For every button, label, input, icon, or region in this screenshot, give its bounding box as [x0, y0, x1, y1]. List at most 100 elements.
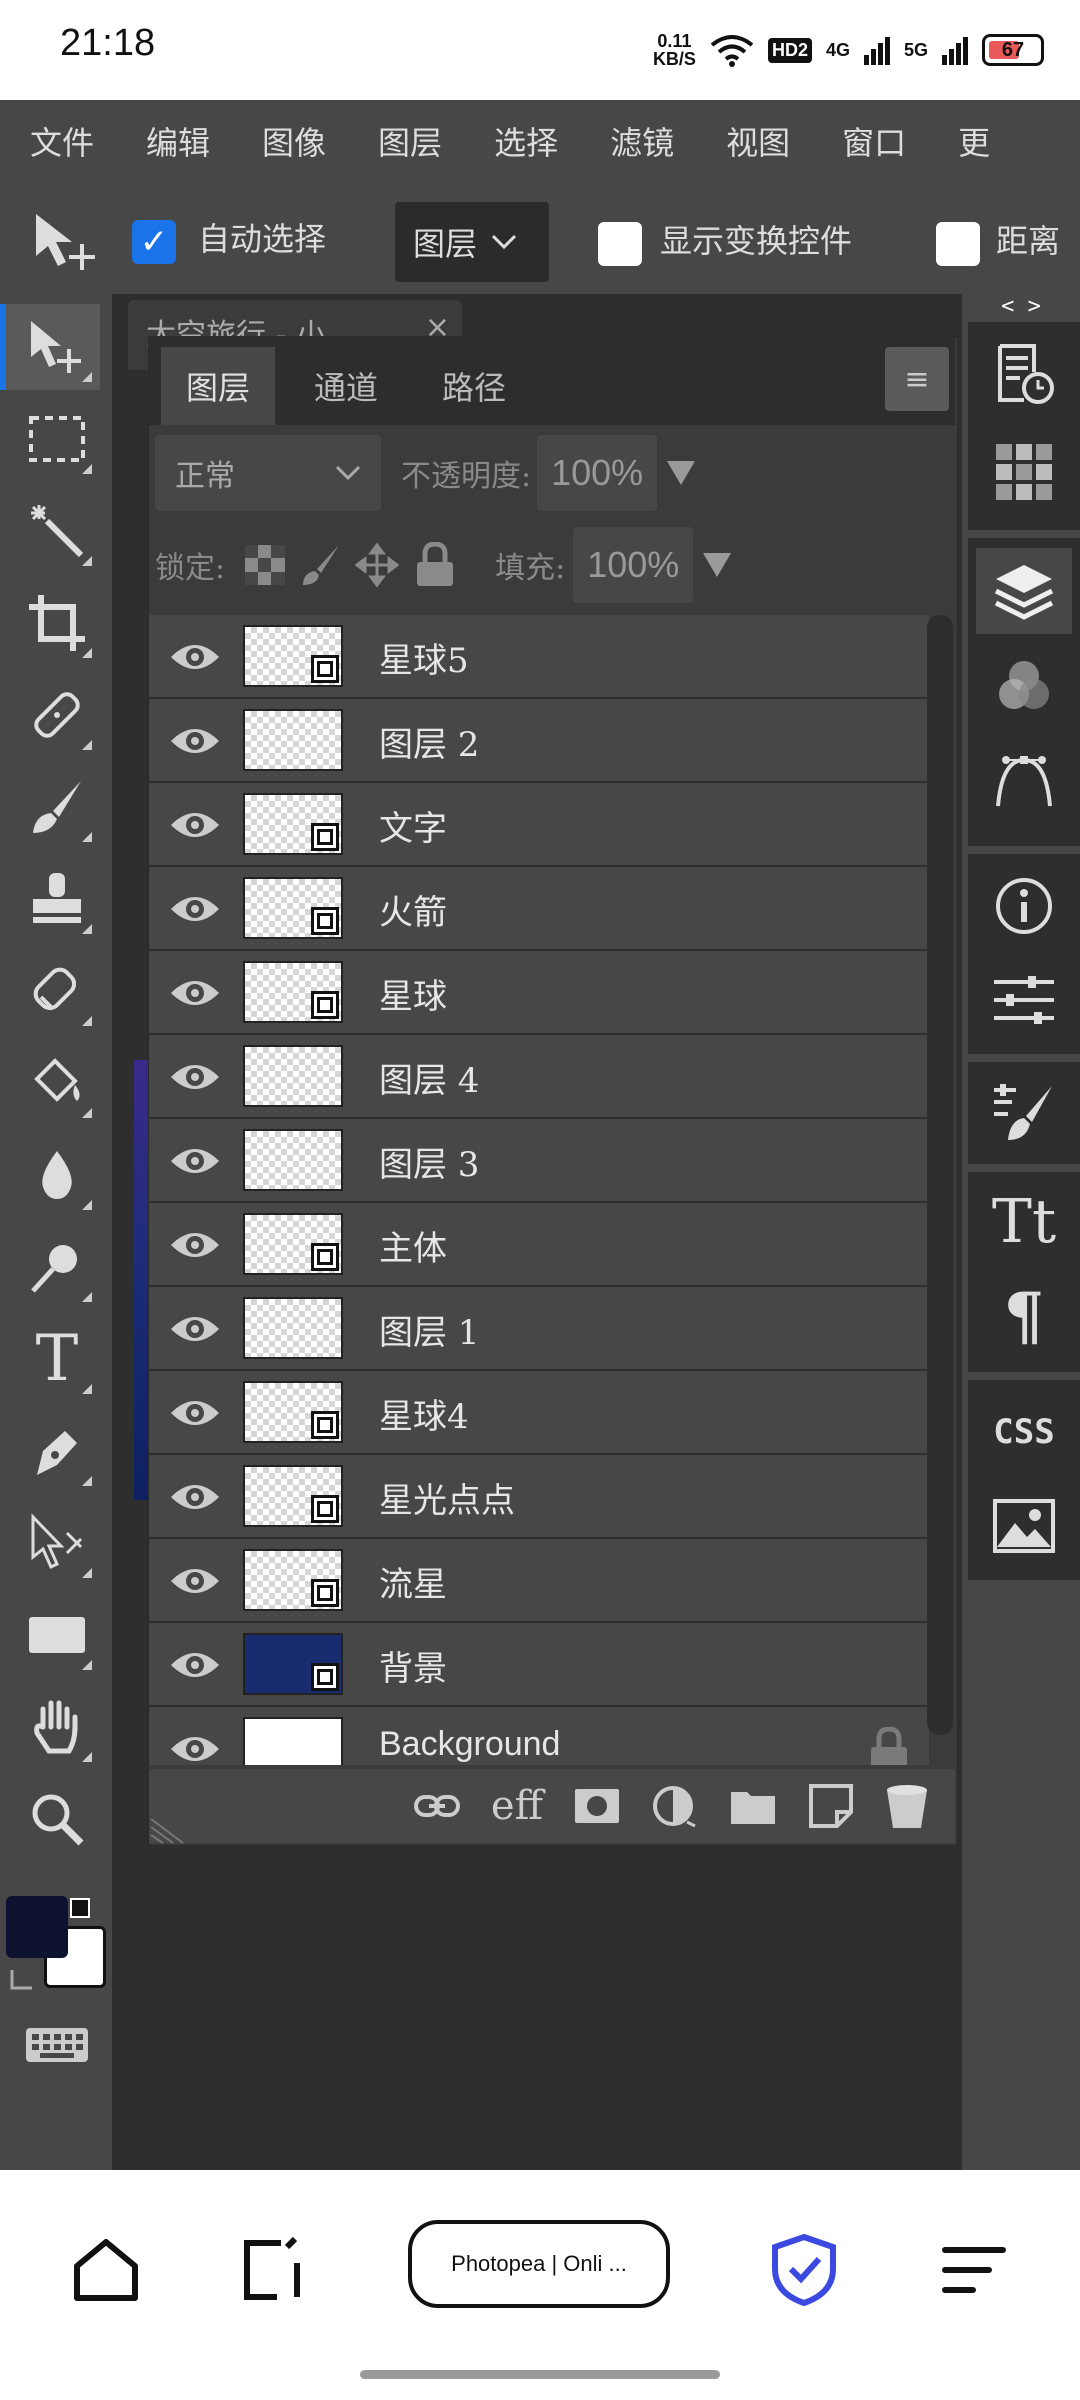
image-button[interactable]: [984, 1486, 1064, 1566]
layer-row[interactable]: 火箭: [149, 867, 929, 951]
menu-filter[interactable]: 滤镜: [610, 118, 674, 164]
layer-row[interactable]: 主体: [149, 1203, 929, 1287]
dodge-tool[interactable]: [14, 1224, 100, 1310]
move-tool[interactable]: [0, 304, 100, 390]
menu-button[interactable]: [934, 2230, 1014, 2310]
effects-icon[interactable]: eff: [491, 1783, 543, 1829]
link-icon[interactable]: [413, 1791, 461, 1821]
auto-select-checkbox[interactable]: ✓: [132, 220, 176, 264]
eye-icon[interactable]: [167, 1135, 223, 1187]
eye-icon[interactable]: [167, 1387, 223, 1439]
eye-icon[interactable]: [167, 1051, 223, 1103]
layer-row[interactable]: 图层 2: [149, 699, 929, 783]
menu-select[interactable]: 选择: [494, 118, 558, 164]
eye-icon[interactable]: [167, 967, 223, 1019]
healing-tool[interactable]: [14, 672, 100, 758]
blend-mode-dropdown[interactable]: 正常: [155, 435, 381, 511]
gesture-bar[interactable]: [360, 2370, 720, 2379]
brush-tool[interactable]: [14, 764, 100, 850]
eraser-tool[interactable]: [14, 948, 100, 1034]
layer-row[interactable]: Background: [149, 1707, 929, 1765]
adjustment-icon[interactable]: [651, 1782, 699, 1830]
eye-icon[interactable]: [167, 1303, 223, 1355]
type-tool[interactable]: T: [14, 1316, 100, 1402]
current-tab-pill[interactable]: Photopea | Onli ...: [408, 2220, 670, 2308]
opacity-slider-toggle[interactable]: [667, 461, 696, 485]
eye-icon[interactable]: [167, 1471, 223, 1523]
collapse-toggle[interactable]: < >: [962, 294, 1080, 319]
security-button[interactable]: [764, 2230, 844, 2310]
brush-settings-button[interactable]: [984, 1072, 1064, 1152]
swap-colors-icon[interactable]: [8, 1964, 38, 1994]
layer-row[interactable]: 星球5: [149, 615, 929, 699]
shape-tool[interactable]: [14, 1592, 100, 1678]
layer-row[interactable]: 星球: [149, 951, 929, 1035]
hand-tool[interactable]: [14, 1684, 100, 1770]
path-select-tool[interactable]: [14, 1500, 100, 1586]
panel-menu-button[interactable]: ≡: [885, 347, 949, 411]
foreground-color-swatch[interactable]: [6, 1896, 68, 1958]
tab-layers[interactable]: 图层: [161, 347, 275, 425]
menu-view[interactable]: 视图: [726, 118, 790, 164]
layer-row[interactable]: 图层 1: [149, 1287, 929, 1371]
menu-window[interactable]: 窗口: [842, 118, 906, 164]
layer-list-scrollbar[interactable]: [927, 615, 953, 1735]
menu-file[interactable]: 文件: [30, 118, 94, 164]
eye-icon[interactable]: [167, 715, 223, 767]
layer-row[interactable]: 星光点点: [149, 1455, 929, 1539]
layer-row[interactable]: 图层 3: [149, 1119, 929, 1203]
crop-tool[interactable]: [14, 580, 100, 666]
layer-row[interactable]: 背景: [149, 1623, 929, 1707]
paths-button[interactable]: [984, 742, 1064, 822]
magic-wand-tool[interactable]: [14, 488, 100, 574]
css-button[interactable]: CSS: [984, 1392, 1064, 1472]
layer-row[interactable]: 星球4: [149, 1371, 929, 1455]
lock-pixels-icon[interactable]: [301, 543, 341, 587]
distance-checkbox[interactable]: [936, 222, 980, 266]
auto-select-target-dropdown[interactable]: 图层: [395, 202, 549, 282]
blur-tool[interactable]: [14, 1132, 100, 1218]
show-transform-checkbox[interactable]: [598, 222, 642, 266]
folder-icon[interactable]: [729, 1786, 777, 1826]
eye-icon[interactable]: [167, 883, 223, 935]
layer-row[interactable]: 图层 4: [149, 1035, 929, 1119]
opacity-input[interactable]: 100%: [537, 435, 658, 511]
tab-paths[interactable]: 路径: [417, 347, 531, 425]
menu-image[interactable]: 图像: [262, 118, 326, 164]
channels-button[interactable]: [984, 646, 1064, 726]
resize-handle-icon[interactable]: [149, 1817, 185, 1845]
pen-tool[interactable]: [14, 1408, 100, 1494]
info-button[interactable]: [984, 866, 1064, 946]
tab-channels[interactable]: 通道: [289, 347, 403, 425]
tabs-button[interactable]: [232, 2230, 312, 2310]
lock-transparency-icon[interactable]: [245, 545, 286, 585]
keyboard-icon[interactable]: [24, 2024, 90, 2066]
home-button[interactable]: [66, 2230, 146, 2310]
eye-icon[interactable]: [167, 1219, 223, 1271]
character-button[interactable]: Tt: [984, 1182, 1064, 1262]
eye-icon[interactable]: [167, 631, 223, 683]
layer-row[interactable]: 流星: [149, 1539, 929, 1623]
zoom-tool[interactable]: [14, 1776, 100, 1862]
swatches-button[interactable]: [984, 432, 1064, 512]
stamp-tool[interactable]: [14, 856, 100, 942]
layers-button[interactable]: [976, 548, 1072, 634]
menu-edit[interactable]: 编辑: [146, 118, 210, 164]
default-colors-icon[interactable]: [70, 1898, 90, 1918]
paragraph-button[interactable]: ¶: [984, 1276, 1064, 1356]
trash-icon[interactable]: [885, 1782, 929, 1830]
menu-layer[interactable]: 图层: [378, 118, 442, 164]
marquee-tool[interactable]: [14, 396, 100, 482]
mask-icon[interactable]: [573, 1787, 621, 1825]
fill-tool[interactable]: [14, 1040, 100, 1126]
new-layer-icon[interactable]: [807, 1782, 855, 1830]
eye-icon[interactable]: [167, 1555, 223, 1607]
layer-row[interactable]: 文字: [149, 783, 929, 867]
fill-input[interactable]: 100%: [573, 527, 694, 603]
properties-button[interactable]: [984, 960, 1064, 1040]
lock-position-icon[interactable]: [355, 543, 400, 587]
fill-slider-toggle[interactable]: [703, 553, 732, 577]
history-button[interactable]: [984, 334, 1064, 414]
lock-all-icon[interactable]: [415, 542, 455, 588]
eye-icon[interactable]: [167, 1639, 223, 1691]
